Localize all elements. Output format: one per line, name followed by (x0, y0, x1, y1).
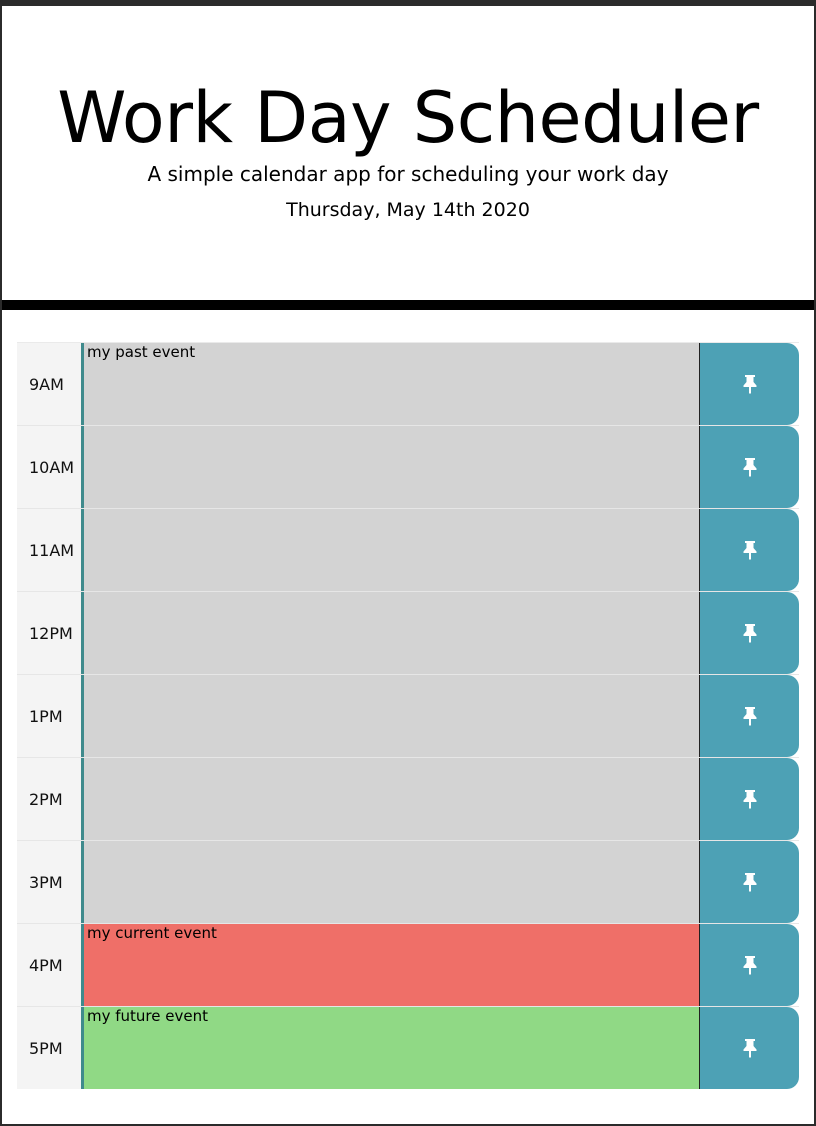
event-description-input[interactable] (84, 675, 699, 757)
hour-label: 3PM (17, 841, 84, 923)
event-description-input[interactable] (84, 426, 699, 508)
pushpin-icon (743, 624, 756, 643)
event-description-input[interactable] (84, 509, 699, 591)
event-description-input[interactable] (84, 841, 699, 923)
save-button[interactable] (699, 343, 799, 425)
time-block-list: 9AM my past event 10AM 11AM 12PM 1PM 2PM (17, 342, 799, 1089)
pushpin-icon (743, 458, 756, 477)
pushpin-icon (743, 541, 756, 560)
time-block: 3PM (17, 840, 799, 923)
event-description-input[interactable] (84, 758, 699, 840)
event-description-input[interactable]: my current event (84, 924, 699, 1006)
time-block: 1PM (17, 674, 799, 757)
save-button[interactable] (699, 841, 799, 923)
event-description-input[interactable]: my future event (84, 1007, 699, 1089)
hour-label: 1PM (17, 675, 84, 757)
current-day: Thursday, May 14th 2020 (286, 199, 530, 221)
time-block: 11AM (17, 508, 799, 591)
pushpin-icon (743, 790, 756, 809)
hour-label: 12PM (17, 592, 84, 674)
header-divider (2, 300, 814, 310)
hour-label: 10AM (17, 426, 84, 508)
jumbotron-header: Work Day Scheduler A simple calendar app… (2, 6, 814, 300)
pushpin-icon (743, 707, 756, 726)
save-button[interactable] (699, 924, 799, 1006)
hour-label: 9AM (17, 343, 84, 425)
save-button[interactable] (699, 758, 799, 840)
save-button[interactable] (699, 426, 799, 508)
save-button[interactable] (699, 675, 799, 757)
pushpin-icon (743, 1039, 756, 1058)
time-block: 4PM my current event (17, 923, 799, 1006)
time-block: 2PM (17, 757, 799, 840)
event-description-input[interactable] (84, 592, 699, 674)
page-subtitle: A simple calendar app for scheduling you… (147, 162, 669, 186)
time-block: 10AM (17, 425, 799, 508)
time-block: 12PM (17, 591, 799, 674)
pushpin-icon (743, 873, 756, 892)
event-description-input[interactable]: my past event (84, 343, 699, 425)
hour-label: 11AM (17, 509, 84, 591)
save-button[interactable] (699, 592, 799, 674)
time-block: 9AM my past event (17, 342, 799, 425)
hour-label: 2PM (17, 758, 84, 840)
hour-label: 4PM (17, 924, 84, 1006)
save-button[interactable] (699, 509, 799, 591)
save-button[interactable] (699, 1007, 799, 1089)
page-title: Work Day Scheduler (57, 77, 759, 159)
pushpin-icon (743, 956, 756, 975)
hour-label: 5PM (17, 1007, 84, 1089)
pushpin-icon (743, 375, 756, 394)
time-block: 5PM my future event (17, 1006, 799, 1089)
